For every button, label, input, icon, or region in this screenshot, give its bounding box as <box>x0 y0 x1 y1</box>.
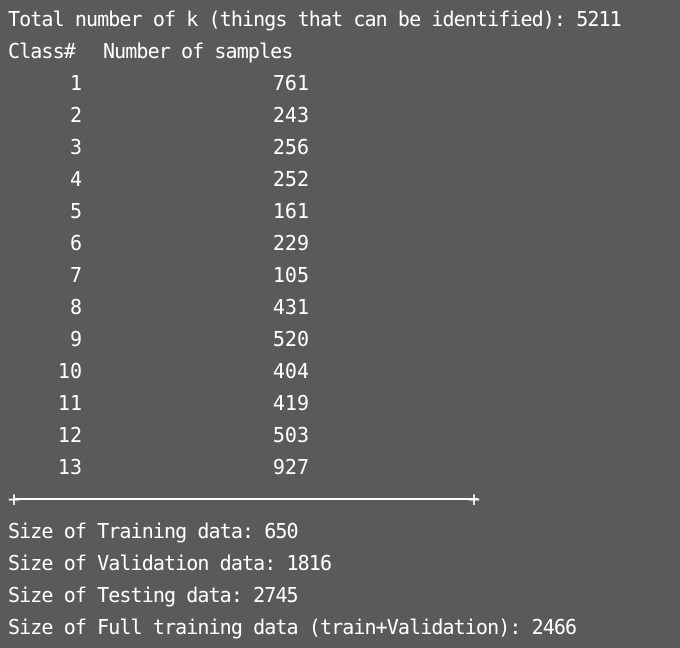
class-number: 8 <box>69 295 82 319</box>
class-number: 6 <box>69 231 82 255</box>
table-header: Class# Number of samples <box>8 35 676 67</box>
table-row: 2 243 <box>8 99 676 131</box>
class-number: 4 <box>69 167 82 191</box>
training-size-line: Size of Training data: 650 <box>8 519 299 543</box>
table-row: 4 252 <box>8 163 676 195</box>
sample-count: 229 <box>272 231 309 255</box>
samples-column-header: Number of samples <box>103 39 293 63</box>
sample-count: 404 <box>272 359 309 383</box>
class-number: 1 <box>69 71 82 95</box>
sample-count: 761 <box>272 71 309 95</box>
class-number: 13 <box>57 455 82 479</box>
total-count-line: Total number of k (things that can be id… <box>8 7 622 31</box>
validation-size-line: Size of Validation data: 1816 <box>8 551 332 575</box>
table-row: 3 256 <box>8 131 676 163</box>
table-row: 11 419 <box>8 387 676 419</box>
sample-count: 256 <box>272 135 309 159</box>
sample-count: 431 <box>272 295 309 319</box>
terminal-output: Total number of k (things that can be id… <box>8 3 676 643</box>
separator-rule <box>14 498 478 500</box>
table-separator: + + <box>8 483 676 515</box>
separator-right-corner: + <box>468 487 481 511</box>
table-row: 5 161 <box>8 195 676 227</box>
sample-count: 927 <box>272 455 309 479</box>
table-row: 13 927 <box>8 451 676 483</box>
table-row: 8 431 <box>8 291 676 323</box>
class-number: 7 <box>69 263 82 287</box>
sample-count: 419 <box>272 391 309 415</box>
sample-count: 520 <box>272 327 309 351</box>
class-number: 10 <box>57 359 82 383</box>
class-number: 2 <box>69 103 82 127</box>
table-row: 7 105 <box>8 259 676 291</box>
class-column-header: Class# <box>8 39 76 63</box>
class-number: 5 <box>69 199 82 223</box>
full-training-size-line: Size of Full training data (train+Valida… <box>8 615 577 639</box>
sample-count: 503 <box>272 423 309 447</box>
table-row: 12 503 <box>8 419 676 451</box>
sample-count: 252 <box>272 167 309 191</box>
table-row: 9 520 <box>8 323 676 355</box>
class-number: 9 <box>69 327 82 351</box>
sample-count: 243 <box>272 103 309 127</box>
class-number: 3 <box>69 135 82 159</box>
class-number: 12 <box>57 423 82 447</box>
table-row: 1 761 <box>8 67 676 99</box>
testing-size-line: Size of Testing data: 2745 <box>8 583 299 607</box>
sample-count: 161 <box>272 199 309 223</box>
table-row: 10 404 <box>8 355 676 387</box>
table-row: 6 229 <box>8 227 676 259</box>
class-number: 11 <box>57 391 82 415</box>
sample-count: 105 <box>272 263 309 287</box>
